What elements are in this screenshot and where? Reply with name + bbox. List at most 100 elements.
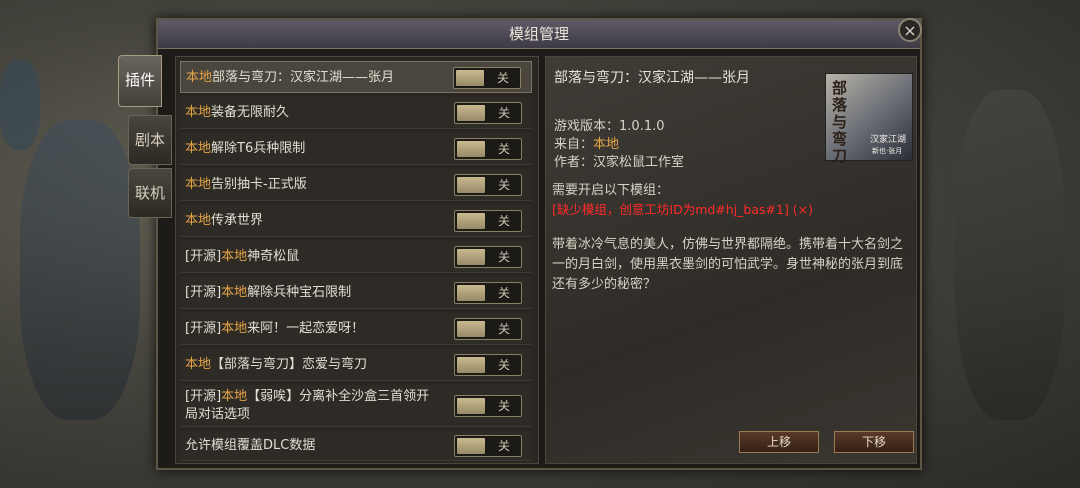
version-value: 1.0.1.0 xyxy=(619,119,665,134)
mod-toggle[interactable]: 关 xyxy=(454,318,522,340)
mod-title: 装备无限耐久 xyxy=(211,105,290,120)
toggle-knob xyxy=(457,177,485,193)
mod-list-item[interactable]: 本地传承世界 关 xyxy=(180,205,532,237)
author-label: 作者： xyxy=(554,155,594,170)
background-figure-right xyxy=(955,90,1065,420)
mod-title: 【部落与弯刀】恋爱与弯刀 xyxy=(211,357,368,372)
mod-name: 本地解除T6兵种限制 xyxy=(185,140,445,158)
mod-title: 来阿！一起恋爱呀！ xyxy=(247,321,365,336)
mod-toggle[interactable]: 关 xyxy=(454,395,522,417)
source-line: 来自：本地 xyxy=(554,135,619,154)
requires-label: 需要开启以下模组： xyxy=(552,183,670,198)
mod-title: 神奇松鼠 xyxy=(247,249,300,264)
tab-scripts[interactable]: 剧本 xyxy=(128,115,172,165)
toggle-knob xyxy=(457,249,485,265)
toggle-knob xyxy=(457,105,485,121)
mod-list-item[interactable]: 本地解除T6兵种限制 关 xyxy=(180,133,532,165)
toggle-state: 关 xyxy=(497,142,510,156)
local-tag: 本地 xyxy=(221,249,248,264)
source-value: 本地 xyxy=(593,137,620,152)
mod-name: [开源]本地【弱唉】分离补全沙盒三首领开 局对话选项 xyxy=(185,388,445,424)
toggle-knob xyxy=(457,141,485,157)
toggle-state: 关 xyxy=(497,178,510,192)
toggle-knob xyxy=(457,357,485,373)
local-tag: 本地 xyxy=(185,105,212,120)
cover-subtitle: 汉家江湖 xyxy=(870,135,907,145)
toggle-state: 关 xyxy=(497,106,510,120)
mod-title: 传承世界 xyxy=(211,213,264,228)
cover-title: 部落与弯刀 xyxy=(832,79,848,165)
mod-name: 本地部落与弯刀：汉家江湖——张月 xyxy=(186,69,446,87)
toggle-knob xyxy=(457,285,485,301)
mod-title: 解除T6兵种限制 xyxy=(211,141,306,156)
mod-toggle[interactable]: 关 xyxy=(454,174,522,196)
mod-toggle[interactable]: 关 xyxy=(454,138,522,160)
dlc-override-label: 允许模组覆盖DLC数据 xyxy=(185,438,316,453)
toggle-state: 关 xyxy=(497,358,510,372)
mod-list-item[interactable]: [开源]本地【弱唉】分离补全沙盒三首领开 局对话选项 关 xyxy=(180,385,532,427)
local-tag: 本地 xyxy=(221,321,248,336)
open-source-tag: [开源] xyxy=(185,389,222,404)
mod-list: 本地部落与弯刀：汉家江湖——张月关本地装备无限耐久关本地解除T6兵种限制关本地告… xyxy=(175,56,539,464)
toggle-state: 关 xyxy=(497,439,510,453)
toggle-knob xyxy=(456,70,484,86)
mod-name: 本地装备无限耐久 xyxy=(185,104,445,122)
mod-toggle[interactable]: 关 xyxy=(454,282,522,304)
mod-list-item[interactable]: 本地【部落与弯刀】恋爱与弯刀 关 xyxy=(180,349,532,381)
mod-title: 解除兵种宝石限制 xyxy=(247,285,352,300)
version-line: 游戏版本：1.0.1.0 xyxy=(554,117,665,136)
window-titlebar: 模组管理 xyxy=(158,20,920,49)
background-figure-left xyxy=(20,120,140,420)
toggle-state: 关 xyxy=(497,214,510,228)
local-tag: 本地 xyxy=(185,357,212,372)
mod-list-item[interactable]: 本地告别抽卡-正式版 关 xyxy=(180,169,532,201)
local-tag: 本地 xyxy=(221,285,248,300)
open-source-tag: [开源] xyxy=(185,285,222,300)
missing-mod-warning: [缺少模组，创意工坊ID为md#hj_bas#1] (×) xyxy=(552,202,814,217)
mod-name: 本地告别抽卡-正式版 xyxy=(185,176,445,194)
mod-name: [开源]本地解除兵种宝石限制 xyxy=(185,284,445,302)
close-icon[interactable]: × xyxy=(898,18,922,42)
open-source-tag: [开源] xyxy=(185,249,222,264)
window-title: 模组管理 xyxy=(508,25,569,43)
local-tag: 本地 xyxy=(185,213,212,228)
mod-list-item[interactable]: [开源]本地解除兵种宝石限制 关 xyxy=(180,277,532,309)
mod-name: 本地传承世界 xyxy=(185,212,445,230)
author-line: 作者：汉家松鼠工作室 xyxy=(554,153,684,172)
mod-toggle[interactable]: 关 xyxy=(453,67,521,89)
mod-toggle[interactable]: 关 xyxy=(454,354,522,376)
dlc-override-row: 允许模组覆盖DLC数据 关 xyxy=(180,431,532,461)
mod-list-item[interactable]: [开源]本地来阿！一起恋爱呀！ 关 xyxy=(180,313,532,345)
dlc-override-toggle[interactable]: 关 xyxy=(454,435,522,457)
mod-name: [开源]本地神奇松鼠 xyxy=(185,248,445,266)
mod-list-item[interactable]: 本地部落与弯刀：汉家江湖——张月 关 xyxy=(180,61,532,93)
mod-toggle[interactable]: 关 xyxy=(454,210,522,232)
toggle-state: 关 xyxy=(497,322,510,336)
mod-list-item[interactable]: [开源]本地神奇松鼠 关 xyxy=(180,241,532,273)
mod-toggle[interactable]: 关 xyxy=(454,102,522,124)
toggle-state: 关 xyxy=(496,71,509,85)
toggle-knob xyxy=(457,398,485,414)
mod-list-item[interactable]: 本地装备无限耐久 关 xyxy=(180,97,532,129)
author-value: 汉家松鼠工作室 xyxy=(593,155,685,170)
move-up-button[interactable]: 上移 xyxy=(739,431,819,453)
mod-name: 本地【部落与弯刀】恋爱与弯刀 xyxy=(185,356,445,374)
local-tag: 本地 xyxy=(185,141,212,156)
mod-name: [开源]本地来阿！一起恋爱呀！ xyxy=(185,320,445,338)
version-label: 游戏版本： xyxy=(554,119,620,134)
detail-title: 部落与弯刀：汉家江湖——张月 xyxy=(554,70,750,86)
tab-multiplayer[interactable]: 联机 xyxy=(128,168,172,218)
mod-toggle[interactable]: 关 xyxy=(454,246,522,268)
toggle-knob xyxy=(457,438,485,454)
mod-title: 告别抽卡-正式版 xyxy=(211,177,307,192)
local-tag: 本地 xyxy=(221,389,248,404)
background-figure-edge xyxy=(0,60,40,150)
local-tag: 本地 xyxy=(185,177,212,192)
mod-description: 带着冰冷气息的美人，仿佛与世界都隔绝。携带着十大名剑之一的月白剑，使用黑衣墨剑的… xyxy=(552,237,904,292)
move-down-button[interactable]: 下移 xyxy=(834,431,914,453)
cover-subtitle-2: 新也·张月 xyxy=(872,147,903,155)
tab-plugins[interactable]: 插件 xyxy=(118,55,162,107)
open-source-tag: [开源] xyxy=(185,321,222,336)
toggle-knob xyxy=(457,321,485,337)
toggle-state: 关 xyxy=(497,286,510,300)
